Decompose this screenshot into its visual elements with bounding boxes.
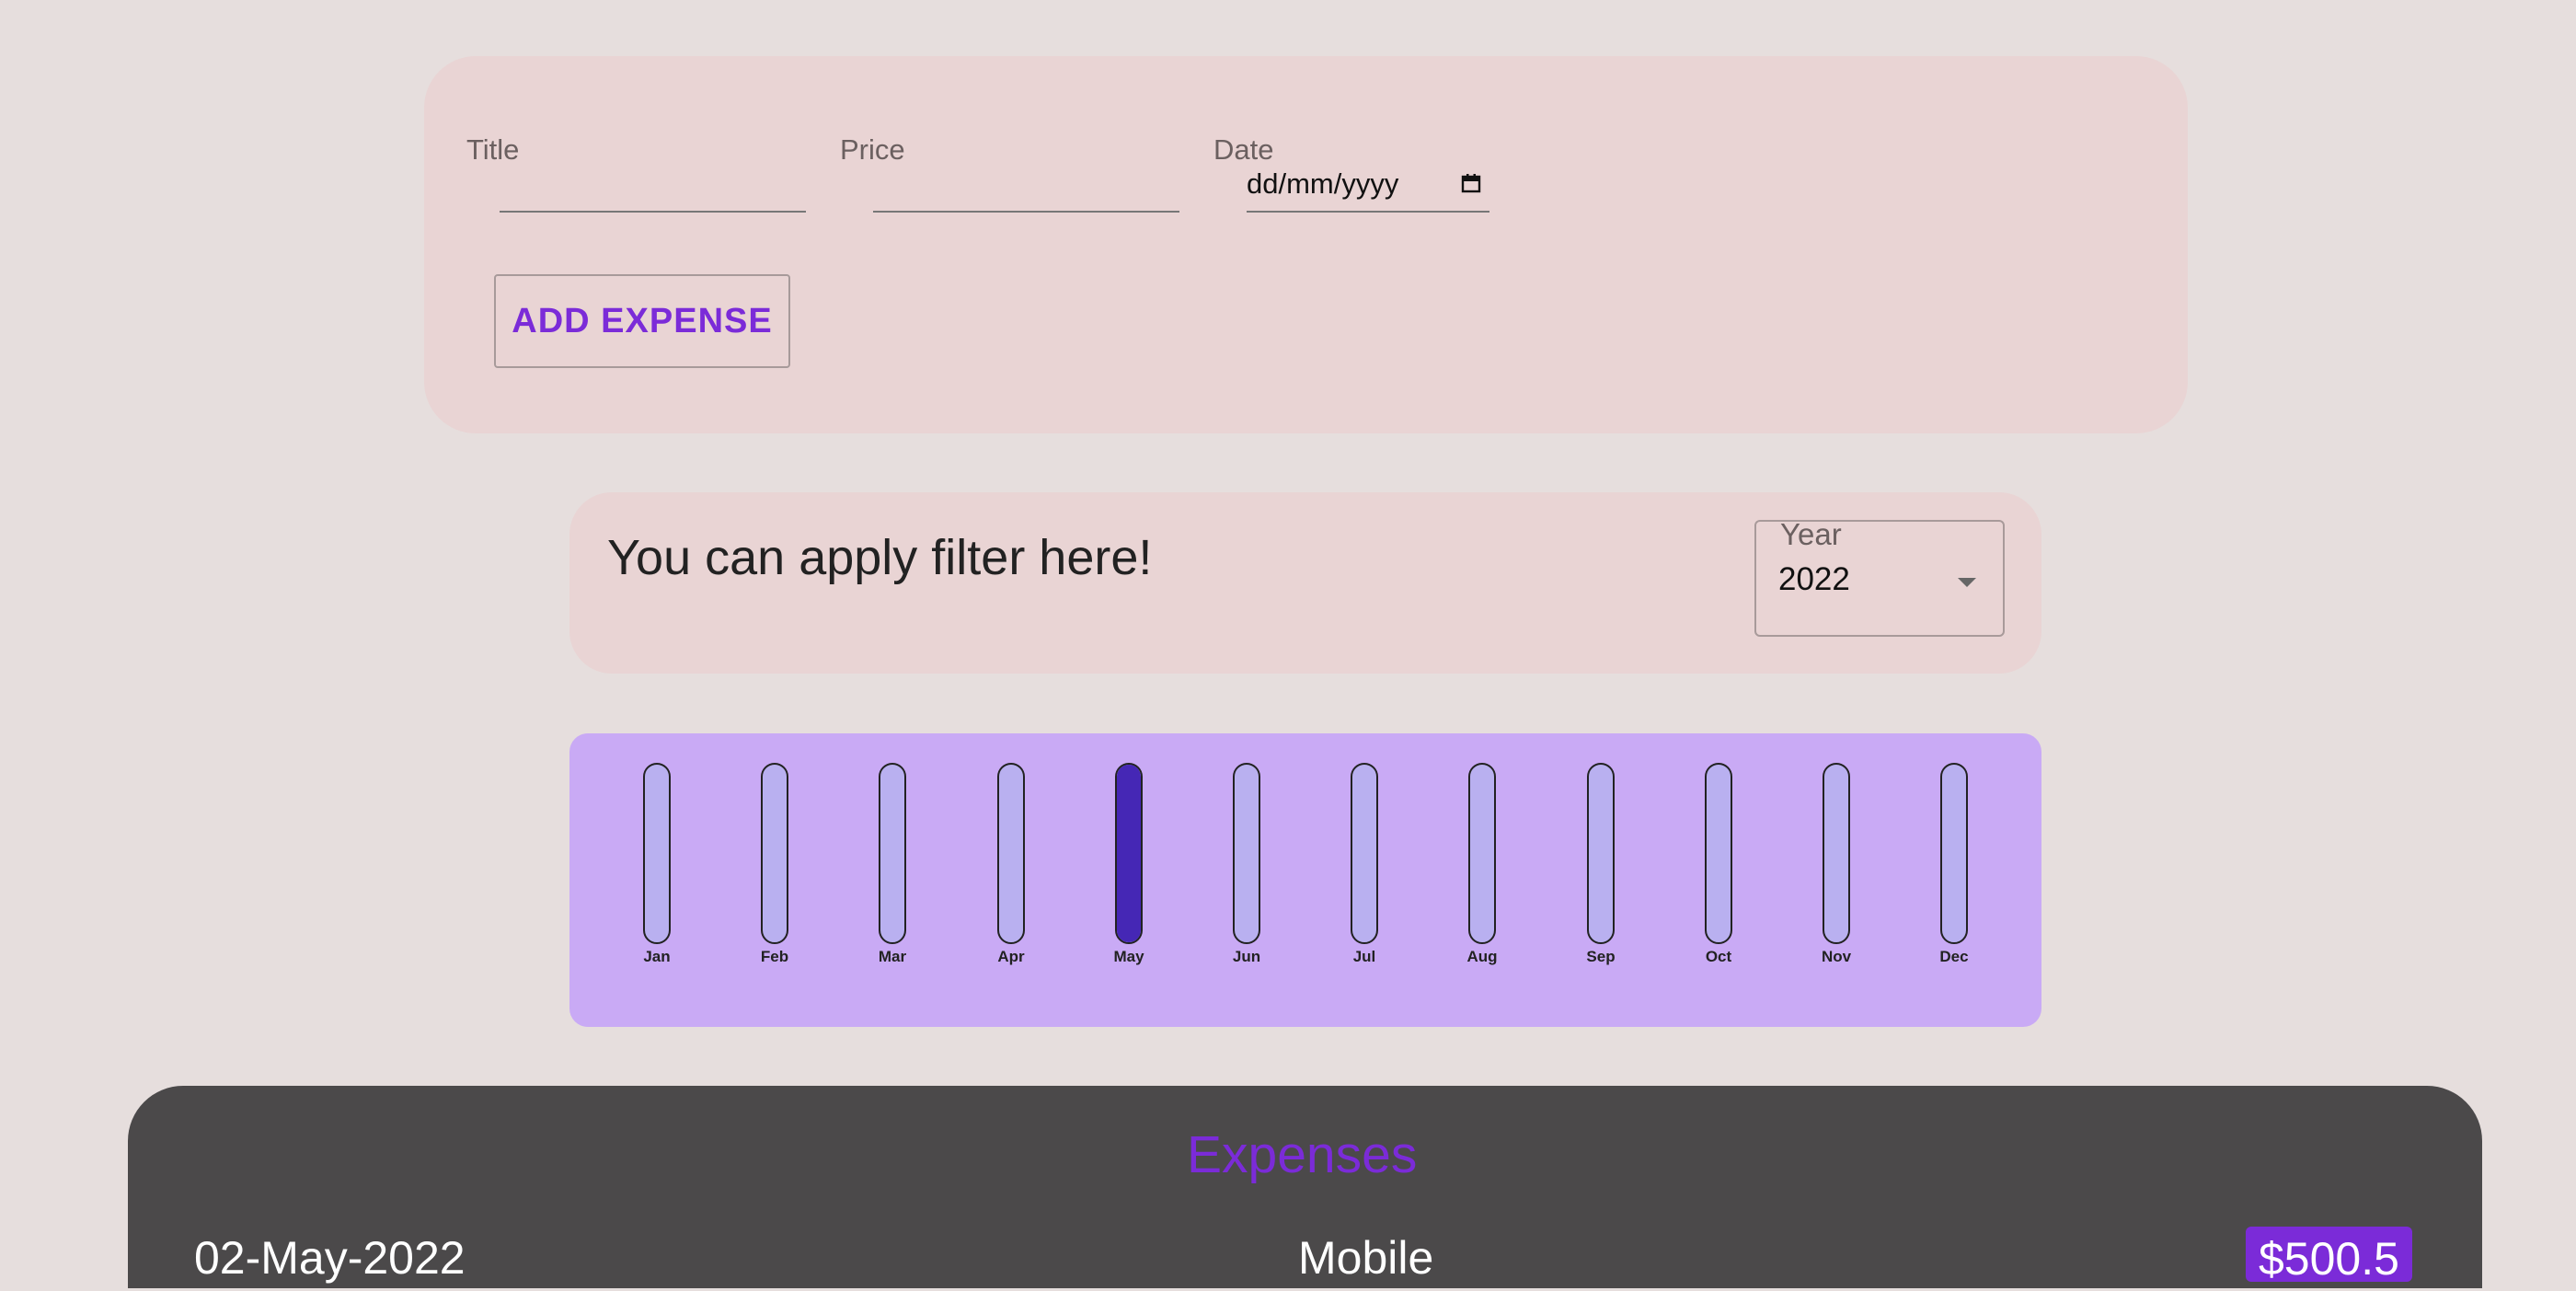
expenses-title: Expenses xyxy=(1187,1125,1418,1184)
chart-bar-may xyxy=(1115,763,1143,944)
price-input[interactable] xyxy=(873,211,1179,213)
chart-bar-nov xyxy=(1823,763,1850,944)
chart-label-mar: Mar xyxy=(878,948,907,965)
chart-bar-oct xyxy=(1705,763,1732,944)
year-select-value[interactable]: 2022 xyxy=(1778,561,1850,598)
chart-label-feb: Feb xyxy=(760,948,789,965)
chart-bar-jan xyxy=(643,763,671,944)
chart-label-may: May xyxy=(1113,948,1144,965)
date-field-label: Date xyxy=(1213,133,1274,166)
calendar-icon[interactable] xyxy=(1461,173,1481,193)
expense-form-card xyxy=(424,56,2188,433)
monthly-chart xyxy=(569,733,2041,1027)
chart-bar-aug xyxy=(1468,763,1496,944)
price-field-label: Price xyxy=(840,133,905,166)
chart-bar-jun xyxy=(1233,763,1260,944)
chart-label-apr: Apr xyxy=(997,948,1025,965)
chart-bar-sep xyxy=(1587,763,1615,944)
add-expense-button[interactable]: ADD EXPENSE xyxy=(494,274,790,368)
chart-bar-apr xyxy=(997,763,1025,944)
date-input-underline xyxy=(1247,211,1489,213)
date-input[interactable]: dd/mm/yyyy xyxy=(1247,167,1398,201)
chart-label-nov: Nov xyxy=(1821,948,1852,965)
chart-label-sep: Sep xyxy=(1586,948,1616,965)
chart-label-aug: Aug xyxy=(1466,948,1498,965)
chart-label-oct: Oct xyxy=(1705,948,1732,965)
expense-item-price: $500.5 xyxy=(2246,1227,2412,1285)
chart-bar-dec xyxy=(1940,763,1968,944)
expense-item-title: Mobile xyxy=(1298,1232,1434,1284)
title-field-label: Title xyxy=(466,133,520,166)
chart-bar-jul xyxy=(1351,763,1378,944)
year-select-label: Year xyxy=(1780,517,1842,551)
chart-bar-mar xyxy=(879,763,906,944)
chart-bar-feb xyxy=(761,763,788,944)
title-input[interactable] xyxy=(500,211,806,213)
expense-item-date: 02-May-2022 xyxy=(194,1232,466,1284)
chart-label-jun: Jun xyxy=(1232,948,1261,965)
chart-label-jan: Jan xyxy=(643,948,671,965)
chart-label-jul: Jul xyxy=(1352,948,1376,965)
caret-down-icon[interactable] xyxy=(1958,578,1976,587)
chart-label-dec: Dec xyxy=(1939,948,1969,965)
filter-heading: You can apply filter here! xyxy=(607,530,1153,585)
chart-bar-fill-may xyxy=(1117,765,1141,942)
